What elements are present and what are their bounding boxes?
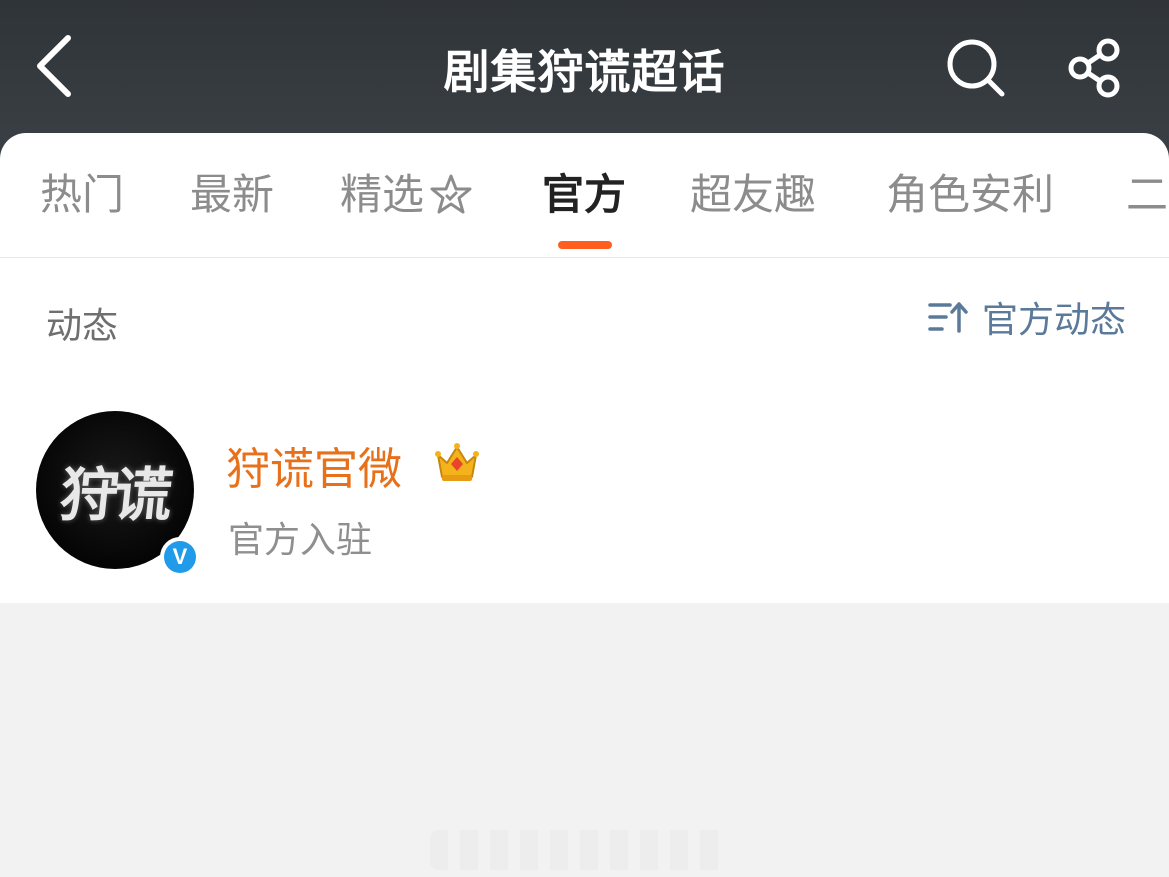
tab-latest[interactable]: 最新 xyxy=(190,167,274,223)
avatar-text: 狩谎 xyxy=(56,461,173,529)
section-label: 动态 xyxy=(46,306,119,347)
search-icon xyxy=(947,39,1005,97)
back-button[interactable] xyxy=(22,30,86,102)
sort-icon xyxy=(928,302,968,333)
crown-icon xyxy=(435,443,479,481)
tab-characters[interactable]: 角色安利 xyxy=(886,167,1054,223)
star-icon xyxy=(430,174,472,214)
sort-label: 官方动态 xyxy=(982,300,1127,341)
tab-hot[interactable]: 热门 xyxy=(40,167,124,223)
tab-featured-label: 精选 xyxy=(340,170,425,219)
chevron-left-icon xyxy=(37,35,71,97)
tab-bar: 热门 最新 精选 官方 超友趣 角色安利 二 xyxy=(0,133,1169,258)
share-button[interactable] xyxy=(1058,32,1134,104)
verified-icon: V xyxy=(164,541,196,573)
account-name[interactable]: 狩谎官微 xyxy=(226,433,402,497)
search-button[interactable] xyxy=(940,32,1012,104)
watermark xyxy=(430,830,730,870)
official-account-item[interactable]: 狩谎 V 狩谎官微 官方入驻 xyxy=(0,403,1169,583)
main-panel: 热门 最新 精选 官方 超友趣 角色安利 二 动态 官方动态 狩谎 V 狩谎官微… xyxy=(0,133,1169,603)
tab-official[interactable]: 官方 xyxy=(542,167,626,223)
active-tab-indicator xyxy=(558,241,612,249)
official-feed-sort-button[interactable]: 官方动态 xyxy=(928,293,1126,341)
tab-more[interactable]: 二 xyxy=(1126,167,1168,223)
verified-badge: V xyxy=(160,537,200,577)
account-subtitle: 官方入驻 xyxy=(228,520,373,561)
tab-fun[interactable]: 超友趣 xyxy=(690,167,816,223)
tab-featured[interactable]: 精选 xyxy=(340,167,476,223)
share-icon xyxy=(1068,38,1120,98)
